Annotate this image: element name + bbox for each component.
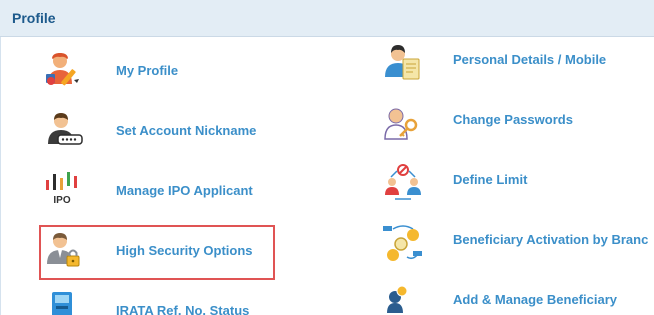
menu-item-define-limit[interactable]: Define Limit [383,163,653,203]
menu-item-change-passwords[interactable]: Change Passwords [383,103,653,143]
menu-item-beneficiary-activation[interactable]: Beneficiary Activation by Branc [383,223,653,263]
user-nickname-icon [48,113,83,145]
profile-panel: Profile My Profile Set Account Nickname [0,0,654,315]
menu-item-label: My Profile [116,63,179,78]
menu-item-label: Set Account Nickname [116,123,257,138]
menu-item-manage-ipo-applicant[interactable]: IPO Manage IPO Applicant [44,170,264,210]
user-key-icon [384,108,418,140]
menu-item-high-security-options[interactable]: High Security Options [44,230,264,270]
svg-text:IPO: IPO [53,195,70,206]
menu-item-label: Add & Manage Beneficiary [453,292,617,307]
user-lock-icon [47,233,80,267]
user-edit-icon [46,53,79,86]
menu-item-label: Define Limit [453,172,528,187]
panel-border [0,37,1,315]
beneficiary-activation-icon [383,225,422,261]
menu-item-irata-ref-no-status[interactable]: IRATA Ref. No. Status [44,290,264,315]
menu-item-label: Beneficiary Activation by Branc [453,232,649,247]
define-limit-icon [385,164,421,200]
menu-item-label: IRATA Ref. No. Status [116,303,250,315]
menu-item-label: Change Passwords [453,112,573,127]
page-title: Profile [12,10,56,26]
menu-item-label: Personal Details / Mobile [453,52,607,67]
personal-details-icon [385,45,420,80]
profile-header: Profile [0,0,654,37]
menu-item-set-account-nickname[interactable]: Set Account Nickname [44,110,264,150]
add-beneficiary-icon [387,285,408,313]
atm-machine-icon [52,292,72,315]
menu-item-add-manage-beneficiary[interactable]: Add & Manage Beneficiary [383,283,653,315]
menu-item-label: High Security Options [116,243,253,258]
menu-item-personal-details-mobile[interactable]: Personal Details / Mobile [383,43,653,83]
menu-item-my-profile[interactable]: My Profile [44,50,244,90]
ipo-chart-icon: IPO [46,172,77,206]
menu-item-label: Manage IPO Applicant [116,183,253,198]
